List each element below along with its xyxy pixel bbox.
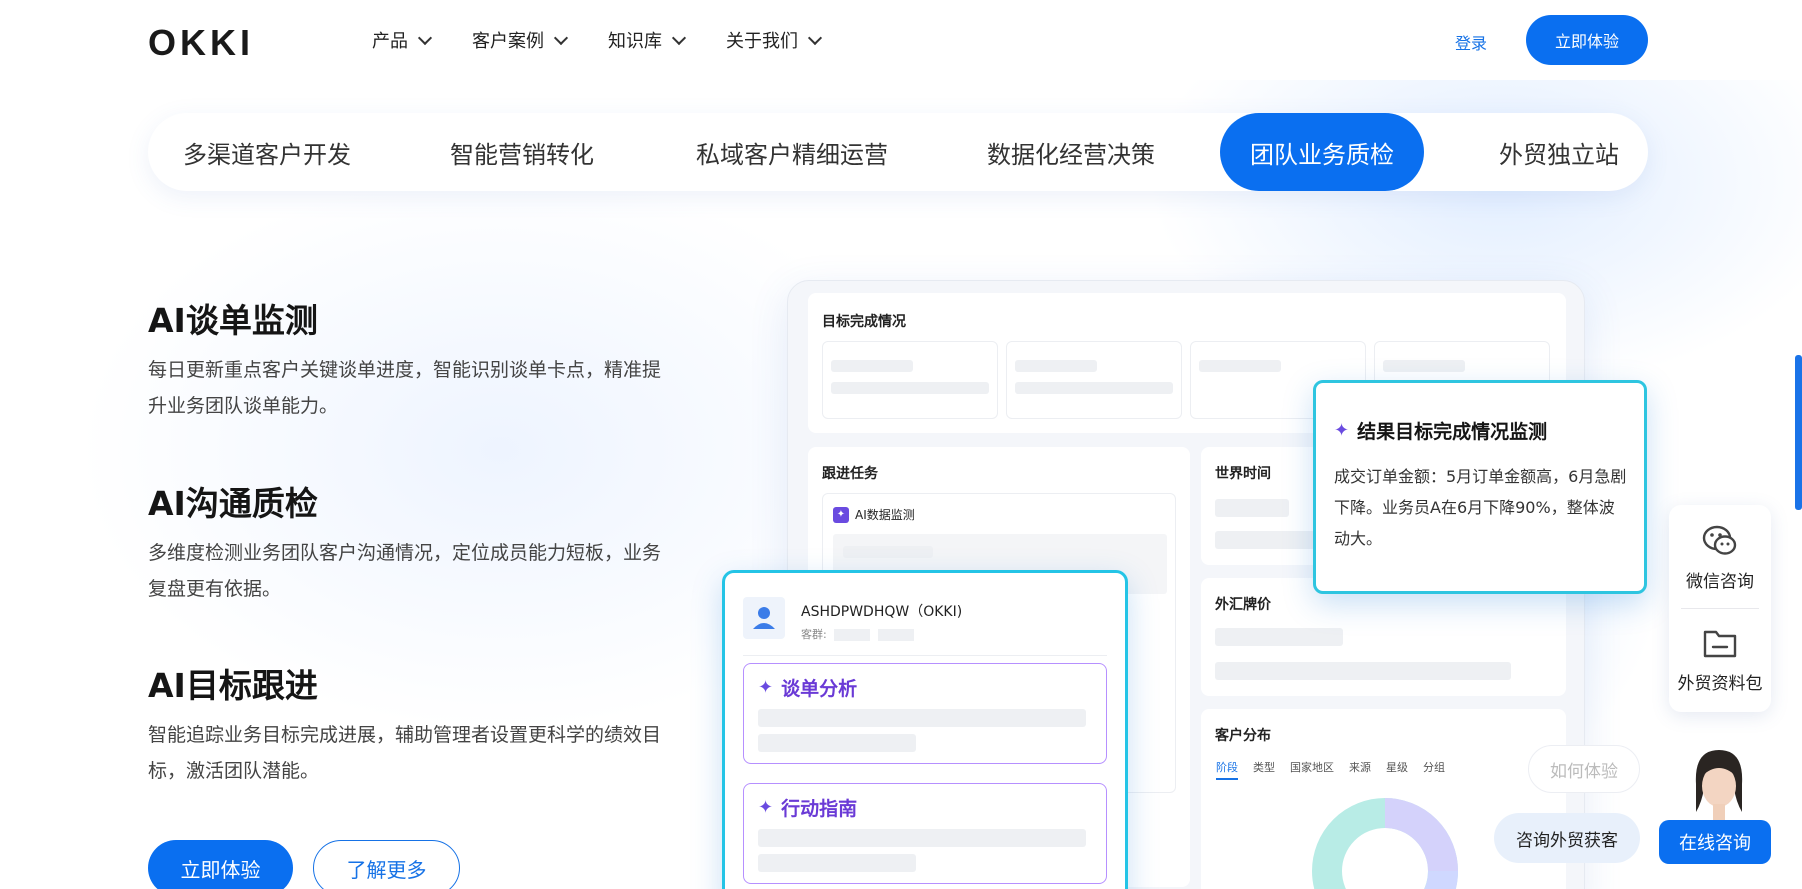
sparkle-icon: ✦ (833, 506, 849, 523)
dist-tab[interactable]: 来源 (1349, 759, 1371, 780)
try-now-button[interactable]: 立即体验 (148, 840, 293, 889)
page: OKKI 产品 客户案例 知识库 关于我们 登录 立即体验 多渠道客户开发 智能… (0, 0, 1802, 889)
tab-data-decision[interactable]: 数据化经营决策 (987, 113, 1155, 191)
dist-tab[interactable]: 分组 (1423, 759, 1445, 780)
chevron-down-icon (417, 30, 433, 45)
nav-label: 客户案例 (472, 31, 544, 52)
chevron-down-icon (671, 30, 687, 45)
goal-monitor-title-row: ✦ 结果目标完成情况监测 (1334, 417, 1547, 444)
wechat-label: 微信咨询 (1686, 572, 1754, 592)
tab-team-qc[interactable]: 团队业务质检 (1220, 113, 1424, 191)
solution-tabs: 多渠道客户开发 智能营销转化 私域客户精细运营 数据化经营决策 团队业务质检 外… (148, 113, 1648, 191)
deal-analysis-label: 谈单分析 (781, 678, 858, 700)
online-consult-button[interactable]: 在线咨询 (1659, 820, 1771, 864)
dist-tab[interactable]: 类型 (1253, 759, 1275, 780)
nav-item-knowledge[interactable]: 知识库 (608, 27, 687, 53)
world-time-title: 世界时间 (1215, 466, 1271, 482)
okki-logo[interactable]: OKKI (148, 22, 254, 64)
customer-dist-title: 客户分布 (1215, 728, 1271, 744)
deal-analysis-box: ✦ 谈单分析 (743, 663, 1107, 764)
how-to-try-bubble[interactable]: 如何体验 (1528, 745, 1640, 793)
wechat-consult[interactable]: 微信咨询 (1669, 521, 1771, 592)
consult-bubble[interactable]: 咨询外贸获客 (1494, 813, 1640, 863)
dist-tab[interactable]: 阶段 (1216, 759, 1238, 780)
nav-label: 知识库 (608, 31, 662, 52)
login-link[interactable]: 登录 (1455, 30, 1487, 54)
followup-card-title: 跟进任务 (822, 466, 878, 482)
feature-desc: 智能追踪业务目标完成进展，辅助管理者设置更科学的绩效目标，激活团队潜能。 (148, 724, 662, 782)
feature-desc: 多维度检测业务团队客户沟通情况，定位成员能力短板，业务复盘更有依据。 (148, 542, 662, 600)
dist-tabs: 阶段 类型 国家地区 来源 星级 分组 (1216, 759, 1460, 780)
action-guide-box: ✦ 行动指南 (743, 783, 1107, 884)
learn-more-button[interactable]: 了解更多 (313, 840, 460, 889)
nav-item-cases[interactable]: 客户案例 (472, 27, 569, 53)
divider (1681, 608, 1759, 609)
sparkle-icon: ✦ (1334, 420, 1350, 441)
goal-monitor-card: ✦ 结果目标完成情况监测 成交订单金额：5月订单金额高，6月急剧下降。业务员A在… (1313, 380, 1647, 594)
trade-pack-label: 外贸资料包 (1677, 674, 1763, 694)
ai-monitor-label: ✦ AI数据监测 (833, 506, 915, 523)
goal-monitor-desc: 成交订单金额：5月订单金额高，6月急剧下降。业务员A在6月下降90%，整体波动大… (1334, 467, 1627, 548)
fx-rate-card: 外汇牌价 (1201, 578, 1566, 696)
try-now-header-button[interactable]: 立即体验 (1526, 15, 1648, 65)
ai-monitor-text: AI数据监测 (855, 508, 915, 522)
customer-analysis-card: ASHDPWDHQW（OKKI) 客群: ✦ 谈单分析 ✦ 行动指南 (722, 570, 1128, 889)
avatar (743, 597, 785, 639)
feature-title: AI沟通质检 (148, 484, 318, 523)
dist-tab[interactable]: 星级 (1386, 759, 1408, 780)
tab-private-domain[interactable]: 私域客户精细运营 (696, 113, 888, 191)
nav-label: 关于我们 (726, 31, 798, 52)
scrollbar-thumb[interactable] (1795, 355, 1802, 510)
dist-tab[interactable]: 国家地区 (1290, 759, 1334, 780)
feature-title: AI目标跟进 (148, 666, 318, 705)
fx-rate-title: 外汇牌价 (1215, 597, 1271, 613)
action-guide-label: 行动指南 (781, 798, 858, 820)
account-name: ASHDPWDHQW（OKKI) (801, 604, 963, 620)
sparkle-icon: ✦ (758, 797, 774, 818)
tab-multichannel[interactable]: 多渠道客户开发 (183, 113, 351, 191)
nav-item-products[interactable]: 产品 (372, 27, 433, 53)
action-guide-label-row: ✦ 行动指南 (758, 794, 857, 821)
chevron-down-icon (807, 30, 823, 45)
top-header: OKKI 产品 客户案例 知识库 关于我们 登录 立即体验 (0, 0, 1802, 80)
deal-analysis-label-row: ✦ 谈单分析 (758, 674, 857, 701)
nav-item-about[interactable]: 关于我们 (726, 27, 823, 53)
side-contact-widget: 微信咨询 外贸资料包 (1669, 505, 1771, 712)
feature-desc: 每日更新重点客户关键谈单进度，智能识别谈单卡点，精准提升业务团队谈单能力。 (148, 359, 662, 417)
donut-segment (1384, 798, 1458, 872)
feature-title: AI谈单监测 (148, 301, 318, 340)
kpi-box (1006, 341, 1182, 419)
wechat-icon (1702, 525, 1737, 555)
chevron-down-icon (553, 30, 569, 45)
main-nav: 产品 客户案例 知识库 关于我们 (372, 0, 862, 80)
goal-monitor-title: 结果目标完成情况监测 (1357, 421, 1548, 443)
folder-icon (1703, 630, 1737, 658)
trade-pack[interactable]: 外贸资料包 (1669, 623, 1771, 694)
goal-card-title: 目标完成情况 (822, 314, 906, 330)
customer-group-label: 客群: (801, 628, 827, 641)
customer-group: 客群: (801, 626, 914, 642)
donut-segment (1424, 870, 1458, 889)
kpi-box (822, 341, 998, 419)
donut-chart (1312, 798, 1458, 889)
sparkle-icon: ✦ (758, 677, 774, 698)
tab-smart-marketing[interactable]: 智能营销转化 (450, 113, 594, 191)
nav-label: 产品 (372, 31, 408, 52)
user-icon (753, 607, 775, 629)
tab-independent-site[interactable]: 外贸独立站 (1499, 113, 1619, 191)
